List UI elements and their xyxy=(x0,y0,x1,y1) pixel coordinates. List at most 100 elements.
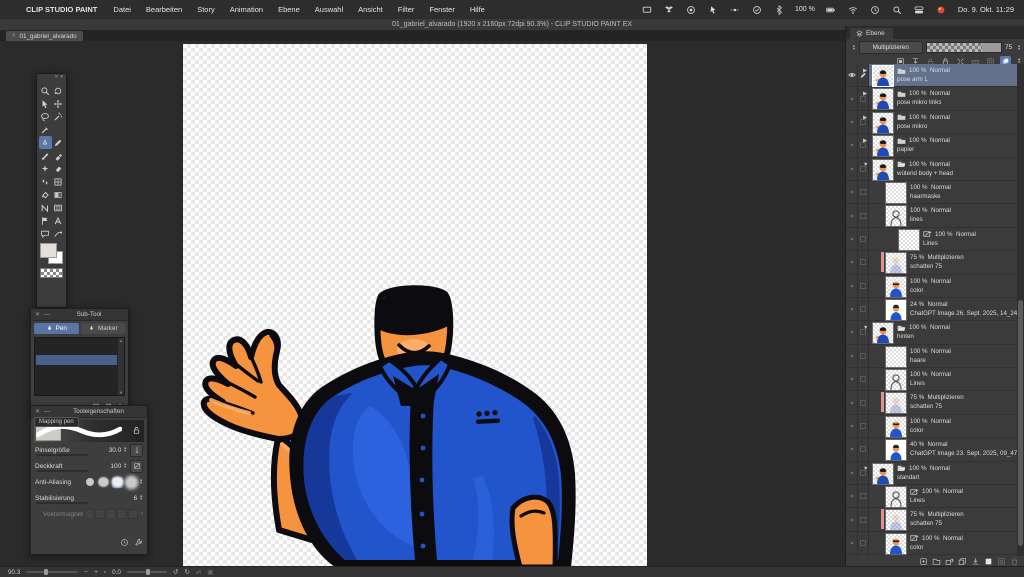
opacity-option-button[interactable] xyxy=(130,460,143,473)
document-tab[interactable]: × 01_gabriel_alvarado xyxy=(6,31,83,41)
panel-minimize-icon[interactable]: ▾ xyxy=(60,75,63,84)
tool-figure-icon[interactable] xyxy=(39,201,52,214)
tool-text-icon[interactable] xyxy=(52,214,65,227)
layers-tab[interactable]: Ebene xyxy=(850,28,893,39)
layer-thumbnail[interactable] xyxy=(885,205,907,227)
tool-eraser-icon[interactable] xyxy=(52,162,65,175)
layer-row[interactable]: 75 % Multiplizierenschatten 75 xyxy=(846,251,1024,274)
menubar-clock[interactable]: Do. 9. Okt. 11:29 xyxy=(958,5,1014,14)
app-menu[interactable]: CLIP STUDIO PAINT xyxy=(26,5,97,14)
layer-thumbnail[interactable] xyxy=(872,112,894,134)
checkbox-icon[interactable] xyxy=(857,508,869,530)
antialias-middle[interactable] xyxy=(112,477,123,488)
menu-ebene[interactable]: Ebene xyxy=(278,5,300,14)
layer-thumbnail[interactable] xyxy=(898,229,920,251)
lock-icon[interactable] xyxy=(132,422,141,440)
expand-arrow-icon[interactable]: ▶ xyxy=(863,68,867,74)
tool-object-icon[interactable] xyxy=(39,97,52,110)
checkbox-icon[interactable] xyxy=(857,391,869,413)
panel-close-icon[interactable]: ✕ xyxy=(35,311,40,318)
blend-stepper[interactable]: ▲▼ xyxy=(852,45,856,51)
menu-story[interactable]: Story xyxy=(197,5,215,14)
layer-row[interactable]: 75 % Multiplizierenschatten 75 xyxy=(846,508,1024,531)
layer-row[interactable]: 100 % NormalLines xyxy=(846,228,1024,251)
opacity-slider[interactable] xyxy=(36,470,88,472)
stabilize-value[interactable]: 6 xyxy=(113,495,137,502)
menu-hilfe[interactable]: Hilfe xyxy=(470,5,485,14)
layer-row[interactable]: 100 % Normalhaarmaske xyxy=(846,181,1024,204)
tool-correct-icon[interactable] xyxy=(52,227,65,240)
panel-minimize-icon[interactable]: — xyxy=(44,409,50,415)
checkbox-icon[interactable] xyxy=(857,181,869,203)
reset-icon[interactable] xyxy=(120,534,129,552)
app-status-dot-icon[interactable] xyxy=(936,4,947,15)
layer-thumbnail[interactable] xyxy=(885,533,907,555)
antialias-strong[interactable] xyxy=(126,477,137,488)
brush-size-stepper[interactable]: ▲▼ xyxy=(123,447,127,453)
layer-thumbnail[interactable] xyxy=(885,276,907,298)
transparent-color-swatch[interactable] xyxy=(40,268,63,278)
layer-row[interactable]: 100 % Normallines xyxy=(846,204,1024,227)
subtool-tab-marker[interactable]: Marker xyxy=(81,323,126,334)
pointer-icon[interactable] xyxy=(707,4,718,15)
menu-fenster[interactable]: Fenster xyxy=(429,5,454,14)
wifi-icon[interactable] xyxy=(848,4,859,15)
tool-airbrush-icon[interactable] xyxy=(52,149,65,162)
rotation-value[interactable]: 0.0 xyxy=(112,569,121,576)
layer-row[interactable]: 100 % Normalhaare xyxy=(846,345,1024,368)
subtool-selected-item[interactable] xyxy=(36,355,117,365)
layer-thumbnail[interactable] xyxy=(885,392,907,414)
blend-mode-select[interactable]: Multiplizieren xyxy=(859,41,923,54)
layer-thumbnail[interactable] xyxy=(872,322,894,344)
bluetooth-icon[interactable] xyxy=(773,4,784,15)
menu-auswahl[interactable]: Auswahl xyxy=(315,5,343,14)
panel-close-icon[interactable]: ✕ xyxy=(35,408,40,415)
subtool-tab-pen[interactable]: Pen xyxy=(34,323,79,334)
checkbox-icon[interactable] xyxy=(857,275,869,297)
zoom-out-icon[interactable]: − xyxy=(84,569,88,576)
tool-gradient-icon[interactable] xyxy=(52,188,65,201)
checkbox-icon[interactable] xyxy=(857,438,869,460)
checkbox-icon[interactable] xyxy=(857,485,869,507)
tool-blend-icon[interactable] xyxy=(39,175,52,188)
layer-thumbnail[interactable] xyxy=(872,463,894,485)
canvas-page[interactable] xyxy=(183,44,647,566)
antialias-none[interactable] xyxy=(84,477,95,488)
antialias-weak[interactable] xyxy=(98,477,109,488)
display-icon[interactable] xyxy=(641,4,652,15)
layer-row[interactable]: 100 % Normalcolor xyxy=(846,532,1024,555)
tool-pattern-icon[interactable] xyxy=(52,175,65,188)
brush-size-pressure-button[interactable] xyxy=(130,444,143,457)
checkbox-icon[interactable] xyxy=(857,415,869,437)
layer-row[interactable]: ▶100 % Normalpose arm L xyxy=(846,64,1024,87)
menu-filter[interactable]: Filter xyxy=(398,5,415,14)
opacity-stepper[interactable]: ▲▼ xyxy=(123,463,127,469)
layer-thumbnail[interactable] xyxy=(885,182,907,204)
tool-move-icon[interactable] xyxy=(52,97,65,110)
opacity-value[interactable]: 100 xyxy=(97,463,121,470)
layer-row[interactable]: ▼100 % Normalhinten xyxy=(846,321,1024,344)
brush-preview[interactable]: Mapping pen xyxy=(34,420,144,442)
tool-brush-icon[interactable] xyxy=(39,149,52,162)
camera-icon[interactable] xyxy=(685,4,696,15)
layer-row[interactable]: 100 % NormalLines xyxy=(846,368,1024,391)
checkbox-icon[interactable] xyxy=(857,204,869,226)
layer-scrollbar[interactable] xyxy=(1017,64,1024,556)
layer-thumbnail[interactable] xyxy=(885,252,907,274)
layer-thumbnail[interactable] xyxy=(872,159,894,181)
layer-row[interactable]: 24 % NormalChatGPT Image 26. Sept. 2025,… xyxy=(846,298,1024,321)
layer-thumbnail[interactable] xyxy=(885,439,907,461)
zoom-value[interactable]: 90.3 xyxy=(8,569,20,576)
tool-bucket-icon[interactable] xyxy=(39,188,52,201)
checkbox-icon[interactable] xyxy=(857,251,869,273)
tool-lasso-icon[interactable] xyxy=(39,110,52,123)
reset-view-icon[interactable]: ▣ xyxy=(207,568,213,576)
menu-datei[interactable]: Datei xyxy=(113,5,131,14)
rotate-cw-icon[interactable]: ↻ xyxy=(184,568,189,576)
panel-close-icon[interactable]: ✕ xyxy=(54,75,58,84)
layer-thumbnail[interactable] xyxy=(885,299,907,321)
brush-size-value[interactable]: 30.0 xyxy=(97,447,121,454)
layer-row[interactable]: 100 % Normalcolor xyxy=(846,415,1024,438)
layer-thumbnail[interactable] xyxy=(885,369,907,391)
tool-pencil-icon[interactable] xyxy=(52,136,65,149)
